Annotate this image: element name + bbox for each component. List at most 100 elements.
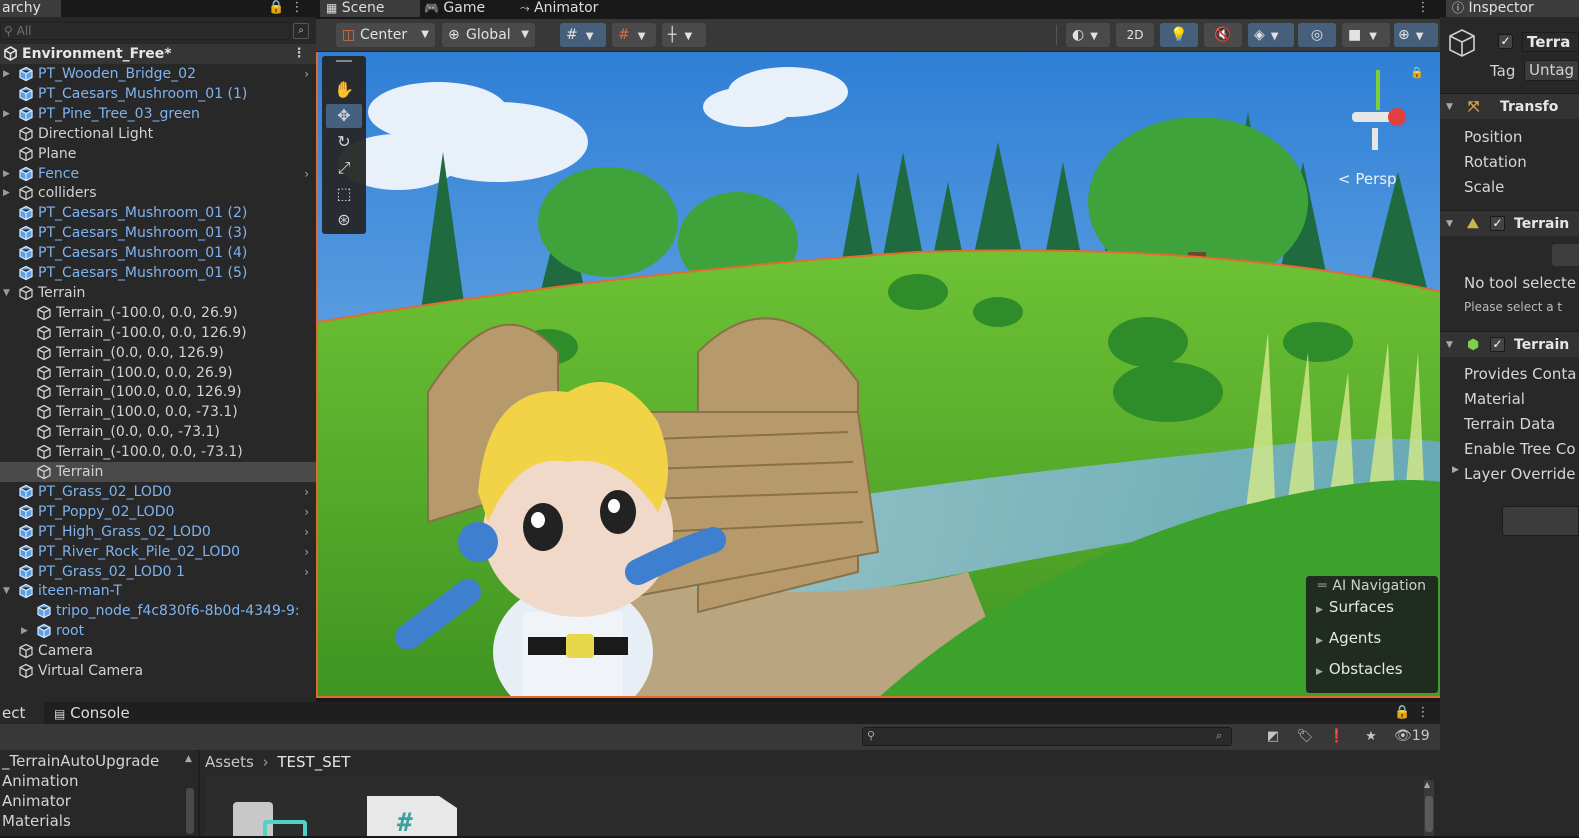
gizmo-x-axis[interactable] xyxy=(1388,108,1406,126)
draw-mode-dropdown[interactable]: ◐ ▼ xyxy=(1066,23,1110,47)
scene-visibility-toggle[interactable]: ◎ xyxy=(1298,23,1336,47)
lock-icon[interactable]: 🔒 xyxy=(1394,705,1410,721)
hierarchy-row[interactable]: ▼ iteen-man-T xyxy=(0,581,316,601)
terrain-component-header[interactable]: ▼ ⛰ ✓ Terrain xyxy=(1440,210,1579,236)
hierarchy-row[interactable]: PT_Caesars_Mushroom_01 (2) xyxy=(0,203,316,223)
scale-tool-button[interactable]: ⤢ xyxy=(326,156,362,180)
rect-tool-button[interactable]: ⬚ xyxy=(326,182,362,206)
chevron-right-icon[interactable]: › xyxy=(304,502,309,522)
add-component-button[interactable] xyxy=(1502,506,1579,536)
foldout-collapsed-icon[interactable]: ▶ xyxy=(3,164,13,184)
scene-menu-icon[interactable]: ⋮ xyxy=(292,46,306,62)
layer-overrides-foldout[interactable]: ▶ Layer Override xyxy=(1452,465,1576,483)
breadcrumb-current[interactable]: TEST_SET xyxy=(277,753,350,771)
folder-tree-scrollbar[interactable] xyxy=(186,788,194,834)
foldout-collapsed-icon[interactable]: ▶ xyxy=(21,621,31,641)
foldout-expanded-icon[interactable]: ▼ xyxy=(3,283,13,303)
search-options-icon[interactable]: ⌕ xyxy=(293,23,309,39)
hierarchy-row[interactable]: Terrain_(0.0, 0.0, 126.9) xyxy=(0,343,316,363)
hierarchy-row[interactable]: Terrain_(100.0, 0.0, 126.9) xyxy=(0,382,316,402)
hierarchy-row[interactable]: Plane xyxy=(0,144,316,164)
asset-scrollbar[interactable]: ▲ xyxy=(1424,780,1434,836)
active-checkbox[interactable]: ✓ xyxy=(1498,34,1513,49)
folder-item[interactable]: Materials xyxy=(2,812,71,830)
folder-item[interactable]: _TerrainAutoUpgrade xyxy=(2,752,159,770)
transform-tool-button[interactable]: ⊛ xyxy=(326,208,362,232)
hierarchy-row[interactable]: PT_Caesars_Mushroom_01 (5) xyxy=(0,263,316,283)
tab-game[interactable]: 🎮 Game xyxy=(424,0,514,17)
tab-console[interactable]: ▤ Console xyxy=(54,702,144,724)
hierarchy-row[interactable]: ▶ root xyxy=(0,621,316,641)
foldout-expanded-icon[interactable]: ▼ xyxy=(3,581,13,601)
scene-root-row[interactable]: Environment_Free* ⋮ xyxy=(0,44,316,64)
audio-toggle[interactable]: 🔇 xyxy=(1204,23,1242,47)
terrain-tool-button[interactable] xyxy=(1552,244,1579,266)
label-tag-icon[interactable]: 🏷 xyxy=(1296,729,1314,745)
gizmo-center[interactable] xyxy=(1352,112,1392,122)
hierarchy-row[interactable]: Terrain_(0.0, 0.0, -73.1) xyxy=(0,422,316,442)
hierarchy-row[interactable]: Terrain_(100.0, 0.0, -73.1) xyxy=(0,402,316,422)
tab-scene[interactable]: ▦ Scene xyxy=(320,0,420,17)
foldout-collapsed-icon[interactable]: ▶ xyxy=(3,104,13,124)
hierarchy-row[interactable]: ▶ Fence › xyxy=(0,164,316,184)
warning-filter-icon[interactable]: ❗ xyxy=(1328,729,1346,745)
chevron-right-icon[interactable]: › xyxy=(304,542,309,562)
chevron-right-icon[interactable]: › xyxy=(304,562,309,582)
gizmo-y-axis[interactable] xyxy=(1376,70,1380,110)
hierarchy-row[interactable]: ▼ Terrain xyxy=(0,283,316,303)
hierarchy-row[interactable]: PT_Caesars_Mushroom_01 (1) xyxy=(0,84,316,104)
tab-animator[interactable]: ⤳ Animator xyxy=(520,0,630,17)
hierarchy-tab[interactable]: archy xyxy=(0,0,61,17)
hand-tool-button[interactable]: ✋ xyxy=(326,78,362,102)
hierarchy-row[interactable]: tripo_node_f4c830f6-8b0d-4349-9: xyxy=(0,601,316,621)
hierarchy-row[interactable]: Virtual Camera xyxy=(0,661,316,681)
ai-nav-obstacles[interactable]: ▶ Obstacles xyxy=(1316,660,1403,678)
hierarchy-row[interactable]: PT_Caesars_Mushroom_01 (3) xyxy=(0,223,316,243)
hierarchy-row[interactable]: PT_Caesars_Mushroom_01 (4) xyxy=(0,243,316,263)
lock-icon[interactable]: 🔒 xyxy=(268,0,284,16)
mode-2d-toggle[interactable]: 2D xyxy=(1116,23,1154,47)
effects-toggle[interactable]: ◈ ▼ xyxy=(1248,23,1294,47)
hierarchy-row[interactable]: Camera xyxy=(0,641,316,661)
gameobject-cube-icon[interactable] xyxy=(1448,28,1476,58)
visible-count[interactable]: 👁19 xyxy=(1394,728,1430,744)
ai-nav-agents[interactable]: ▶ Agents xyxy=(1316,629,1381,647)
scroll-up-icon[interactable]: ▲ xyxy=(185,754,192,764)
terrain-enabled-checkbox[interactable]: ✓ xyxy=(1490,216,1505,231)
folder-item[interactable]: Animator xyxy=(2,792,71,810)
splitter[interactable] xyxy=(198,750,200,836)
pivot-dropdown[interactable]: ◫ Center ▼ xyxy=(336,23,435,47)
collider-enabled-checkbox[interactable]: ✓ xyxy=(1490,337,1505,352)
hierarchy-search-input[interactable]: ⚲ All xyxy=(0,22,290,40)
gizmo-lock-icon[interactable]: 🔒 xyxy=(1410,66,1424,79)
kebab-menu-icon[interactable]: ⋮ xyxy=(290,0,304,16)
chevron-right-icon[interactable]: › xyxy=(304,164,309,184)
search-options-icon[interactable]: ⌕ xyxy=(1216,729,1232,743)
gizmo-z-axis[interactable] xyxy=(1372,128,1378,150)
object-name-field[interactable]: Terra xyxy=(1522,32,1579,52)
ai-nav-surfaces[interactable]: ▶ Surfaces xyxy=(1316,598,1394,616)
folder-item[interactable]: Animation xyxy=(2,772,78,790)
kebab-menu-icon[interactable]: ⋮ xyxy=(1416,705,1430,721)
hierarchy-row[interactable]: ▶ PT_Wooden_Bridge_02 › xyxy=(0,64,316,84)
hierarchy-row[interactable]: Terrain_(-100.0, 0.0, 26.9) xyxy=(0,303,316,323)
hierarchy-row[interactable]: Terrain_(-100.0, 0.0, -73.1) xyxy=(0,442,316,462)
grid-snap-toggle[interactable]: # ▼ xyxy=(560,23,606,47)
hierarchy-row[interactable]: PT_Grass_02_LOD0 › xyxy=(0,482,316,502)
hierarchy-row[interactable]: PT_Poppy_02_LOD0 › xyxy=(0,502,316,522)
drag-handle[interactable] xyxy=(336,60,352,62)
tab-project[interactable]: ect xyxy=(0,702,44,724)
chevron-right-icon[interactable]: › xyxy=(304,482,309,502)
foldout-collapsed-icon[interactable]: ▶ xyxy=(3,183,13,203)
chevron-right-icon[interactable]: › xyxy=(304,522,309,542)
scene-viewport[interactable]: ✋ ✥ ↻ ⤢ ⬚ ⊛ 🔒 < Persp ═ AI Navigation ▶ Su… xyxy=(316,52,1440,698)
hierarchy-row[interactable]: Terrain_(-100.0, 0.0, 126.9) xyxy=(0,323,316,343)
gizmos-toggle[interactable]: ⊕ ▼ xyxy=(1394,23,1438,47)
project-search-input[interactable]: ⚲ ⌕ xyxy=(862,727,1232,746)
inspector-tab[interactable]: ⓘ Inspector xyxy=(1446,0,1579,17)
projection-label[interactable]: < Persp xyxy=(1338,170,1397,188)
hierarchy-row[interactable]: Directional Light xyxy=(0,124,316,144)
tag-dropdown[interactable]: Untag xyxy=(1524,60,1579,81)
breadcrumb-root[interactable]: Assets xyxy=(205,753,254,771)
hierarchy-row[interactable]: PT_High_Grass_02_LOD0 › xyxy=(0,522,316,542)
